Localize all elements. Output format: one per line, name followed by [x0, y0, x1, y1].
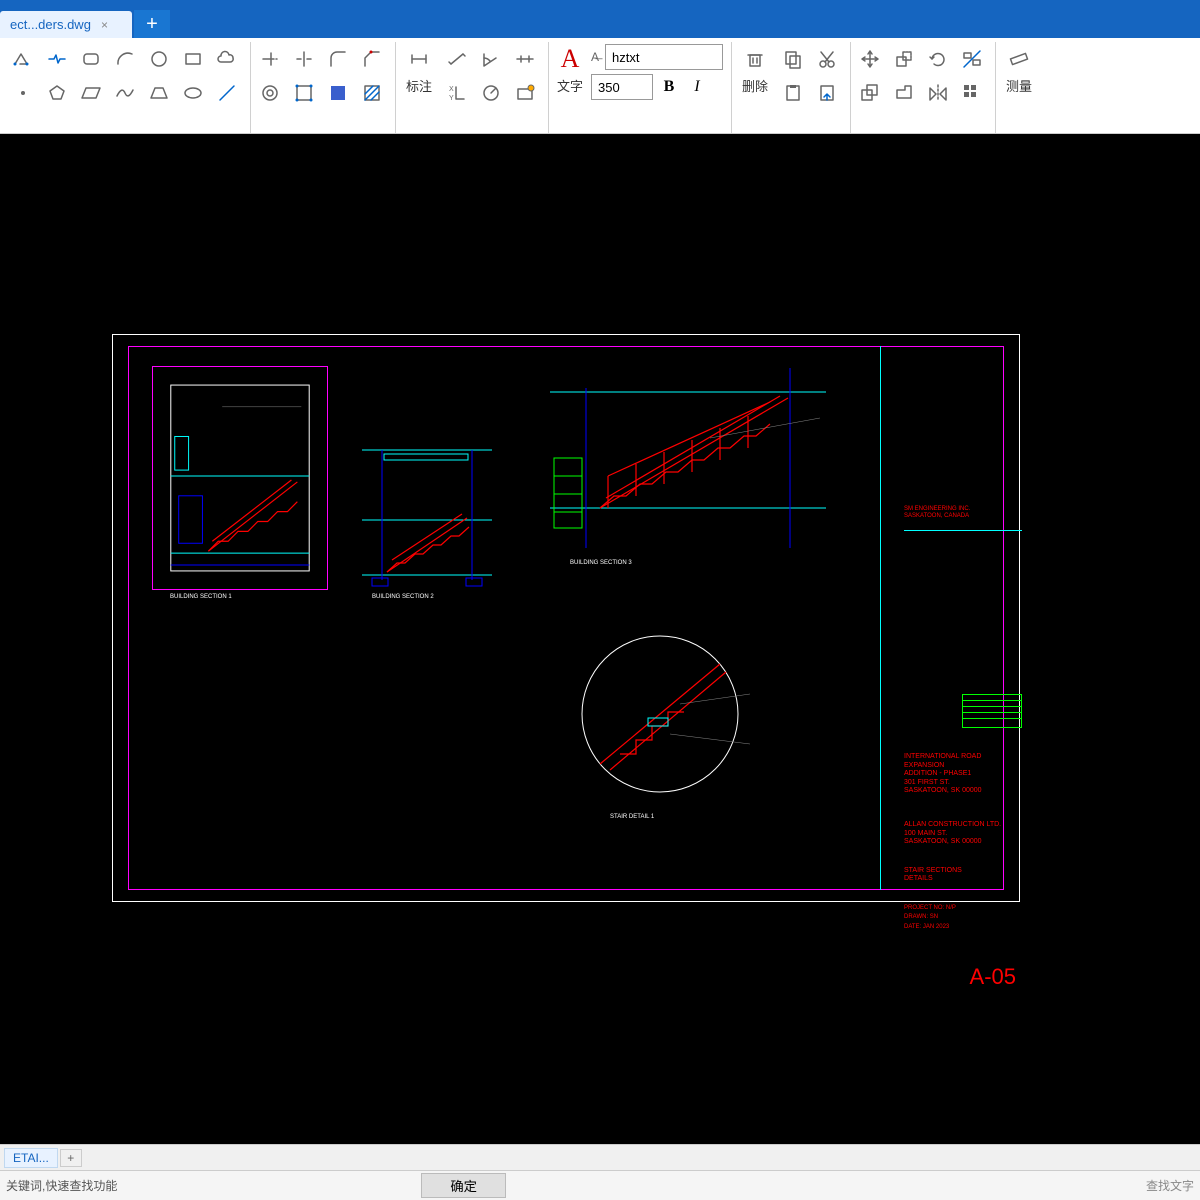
add-layout-button[interactable]: +	[60, 1149, 82, 1167]
measure-label: 测量	[1006, 76, 1032, 95]
tb-meta3: DATE: JAN 2023	[904, 924, 1022, 931]
clipboard-group: 删除	[732, 42, 851, 133]
text-size-input[interactable]	[591, 74, 653, 100]
layout-tabbar: ETAI... +	[0, 1144, 1200, 1170]
svg-text:X: X	[449, 86, 454, 93]
mirror-tool[interactable]	[923, 78, 953, 108]
parallelogram-tool[interactable]	[76, 78, 106, 108]
italic-button[interactable]: I	[685, 75, 709, 99]
modify-group	[251, 42, 396, 133]
text-label: 文字	[557, 76, 583, 95]
bold-button[interactable]: B	[657, 75, 681, 99]
donut-tool[interactable]	[255, 78, 285, 108]
fillet-tool[interactable]	[323, 44, 353, 74]
section-2	[352, 430, 502, 590]
font-icon: A̶	[591, 50, 599, 64]
tb-company: SM ENGINEERING INC. SASKATOON, CANADA	[904, 506, 1022, 520]
transform-group	[851, 42, 996, 133]
spline-tool[interactable]	[110, 78, 140, 108]
section-3	[540, 358, 836, 554]
delete-button[interactable]	[740, 44, 770, 74]
array-tool[interactable]	[957, 78, 987, 108]
dimension-linear-tool[interactable]	[404, 44, 434, 74]
ellipse-tool[interactable]	[178, 78, 208, 108]
rectangle-tool[interactable]	[178, 44, 208, 74]
dimension-style-tool[interactable]	[510, 78, 540, 108]
document-tab-label: ect...ders.dwg	[10, 17, 91, 32]
paste-special-button[interactable]	[812, 78, 842, 108]
annotation-label: 标注	[406, 76, 432, 95]
stair-detail-circle	[560, 614, 760, 814]
ribbon-toolbar: 标注 XY A 文字	[0, 38, 1200, 134]
section-2-caption: BUILDING SECTION 2	[372, 594, 434, 600]
dimension-angular-tool[interactable]	[476, 44, 506, 74]
tb-title: STAIR SECTIONS DETAILS	[904, 867, 1022, 884]
break-line-tool[interactable]	[42, 44, 72, 74]
annotation-group: 标注 XY	[396, 42, 549, 133]
find-text-label[interactable]: 查找文字	[1146, 1177, 1194, 1194]
dimension-continue-tool[interactable]	[510, 44, 540, 74]
layout-tab[interactable]: ETAI...	[4, 1148, 58, 1168]
drawing-canvas[interactable]: BUILDING SECTION 1 BUILDING SECTION 2	[0, 134, 1200, 1144]
new-tab-button[interactable]: +	[134, 10, 170, 38]
arc-tool[interactable]	[110, 44, 140, 74]
section-1	[152, 366, 328, 590]
align-tool[interactable]	[957, 44, 987, 74]
point-tool[interactable]	[8, 78, 38, 108]
tb-contractor: ALLAN CONSTRUCTION LTD. 100 MAIN ST. SAS…	[904, 821, 1022, 846]
close-tab-icon[interactable]: ×	[101, 18, 108, 32]
rectangle-round-tool[interactable]	[76, 44, 106, 74]
trapezoid-tool[interactable]	[144, 78, 174, 108]
line-tool[interactable]	[212, 78, 242, 108]
cut-button[interactable]	[812, 44, 842, 74]
section-1-caption: BUILDING SECTION 1	[170, 594, 232, 600]
polygon-tool[interactable]	[42, 78, 72, 108]
move-tool[interactable]	[855, 44, 885, 74]
section-3-caption: BUILDING SECTION 3	[570, 560, 632, 566]
measure-group: 测量	[996, 42, 1046, 133]
cloud-tool[interactable]	[212, 44, 242, 74]
dimension-aligned-tool[interactable]	[442, 44, 472, 74]
tb-project: INTERNATIONAL ROAD EXPANSION ADDITION - …	[904, 753, 1022, 795]
text-group: A 文字 A̶ B I	[549, 42, 732, 133]
tb-meta2: DRAWN: SN	[904, 914, 1022, 921]
document-tab[interactable]: ect...ders.dwg ×	[0, 11, 132, 38]
trim-tool[interactable]	[255, 44, 285, 74]
font-name-input[interactable]	[605, 44, 723, 70]
circle-tool[interactable]	[144, 44, 174, 74]
paste-button[interactable]	[778, 78, 808, 108]
delete-label: 删除	[742, 76, 768, 95]
extend-tool[interactable]	[289, 44, 319, 74]
gradient-tool[interactable]	[357, 78, 387, 108]
rotate-tool[interactable]	[923, 44, 953, 74]
title-block: SM ENGINEERING INC. SASKATOON, CANADA IN…	[904, 504, 1022, 994]
offset-tool[interactable]	[855, 78, 885, 108]
plus-icon: +	[146, 13, 158, 36]
scale-tool[interactable]	[889, 44, 919, 74]
chamfer-tool[interactable]	[357, 44, 387, 74]
polyline-tool[interactable]	[8, 44, 38, 74]
status-hint: 关键词,快速查找功能	[6, 1177, 117, 1194]
status-bar: 关键词,快速查找功能 确定 查找文字	[0, 1170, 1200, 1200]
copy-button[interactable]	[778, 44, 808, 74]
hatch-tool[interactable]	[323, 78, 353, 108]
dimension-ordinate-tool[interactable]: XY	[442, 78, 472, 108]
titleblock-divider	[880, 346, 881, 890]
stretch-tool[interactable]	[889, 78, 919, 108]
detail-4-caption: STAIR DETAIL 1	[610, 814, 654, 820]
measure-tool[interactable]	[1004, 44, 1034, 74]
boundary-tool[interactable]	[289, 78, 319, 108]
document-tabbar: ect...ders.dwg × +	[0, 0, 1200, 38]
text-tool-icon[interactable]: A	[561, 44, 580, 74]
tb-meta1: PROJECT NO: N/P	[904, 905, 1022, 912]
dimension-radius-tool[interactable]	[476, 78, 506, 108]
draw-group	[4, 42, 251, 133]
svg-text:Y: Y	[449, 95, 454, 102]
revision-schedule	[962, 694, 1022, 728]
confirm-button[interactable]: 确定	[421, 1173, 506, 1198]
sheet-number: A-05	[970, 964, 1016, 990]
